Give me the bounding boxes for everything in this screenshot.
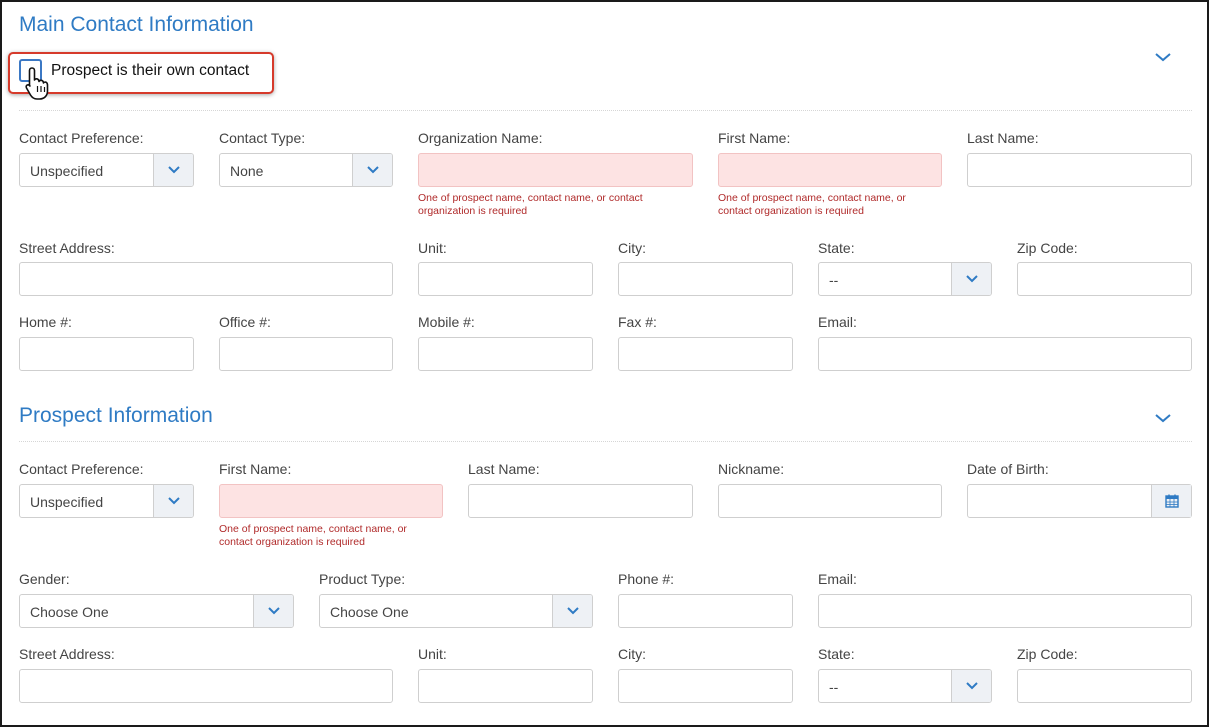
calendar-icon [1164,494,1179,508]
dropdown-button[interactable] [253,595,293,627]
mobile-phone-input[interactable] [418,337,593,371]
state-value: -- [829,272,839,288]
prospect-street-address-input[interactable] [19,669,393,703]
prospect-city-label: City: [618,646,646,662]
organization-name-label: Organization Name: [418,130,543,146]
prospect-contact-preference-select[interactable]: Unspecified [19,484,194,518]
zip-code-input[interactable] [1017,262,1192,296]
date-picker-button[interactable] [1151,485,1191,517]
contact-preference-value: Unspecified [30,163,104,179]
prospect-city-input[interactable] [618,669,793,703]
state-select[interactable]: -- [818,262,992,296]
office-phone-input[interactable] [219,337,393,371]
dropdown-button[interactable] [552,595,592,627]
contact-type-value: None [230,163,264,179]
contact-type-select[interactable]: None [219,153,393,187]
dropdown-button[interactable] [951,670,991,702]
contact-preference-label: Contact Preference: [19,130,144,146]
street-address-label: Street Address: [19,240,115,256]
section-divider [19,110,1192,111]
prospect-state-value: -- [829,679,839,695]
prospect-last-name-input[interactable] [468,484,693,518]
prospect-unit-input[interactable] [418,669,593,703]
prospect-street-address-label: Street Address: [19,646,115,662]
last-name-label: Last Name: [967,130,1039,146]
first-name-label: First Name: [718,130,791,146]
product-type-label: Product Type: [319,571,406,587]
email-label: Email: [818,314,857,330]
organization-name-input[interactable] [418,153,693,187]
city-input[interactable] [618,262,793,296]
email-input[interactable] [818,337,1192,371]
chevron-down-icon [366,166,379,174]
prospect-zip-code-input[interactable] [1017,669,1192,703]
chevron-down-icon [965,682,978,690]
dropdown-button[interactable] [951,263,991,295]
chevron-down-icon[interactable] [1154,51,1172,63]
prospect-first-name-input[interactable] [219,484,443,518]
gender-value: Choose One [30,604,109,620]
prospect-zip-code-label: Zip Code: [1017,646,1078,662]
date-of-birth-label: Date of Birth: [967,461,1049,477]
unit-label: Unit: [418,240,447,256]
city-label: City: [618,240,646,256]
organization-name-error: One of prospect name, contact name, or c… [418,192,643,217]
nickname-label: Nickname: [718,461,785,477]
last-name-input[interactable] [967,153,1192,187]
chevron-down-icon[interactable] [1154,412,1172,424]
dropdown-button[interactable] [352,154,392,186]
unit-input[interactable] [418,262,593,296]
phone-input[interactable] [618,594,793,628]
chevron-down-icon [267,607,280,615]
gender-label: Gender: [19,571,70,587]
prospect-email-label: Email: [818,571,857,587]
phone-label: Phone #: [618,571,675,587]
main-contact-title: Main Contact Information [19,13,254,36]
prospect-state-label: State: [818,646,855,662]
contact-type-label: Contact Type: [219,130,306,146]
zip-code-label: Zip Code: [1017,240,1078,256]
prospect-state-select[interactable]: -- [818,669,992,703]
prospect-contact-preference-value: Unspecified [30,494,104,510]
dropdown-button[interactable] [153,485,193,517]
chevron-down-icon [167,497,180,505]
chevron-down-icon [167,166,180,174]
prospect-email-input[interactable] [818,594,1192,628]
gender-select[interactable]: Choose One [19,594,294,628]
office-phone-label: Office #: [219,314,271,330]
chevron-down-icon [566,607,579,615]
hand-pointer-icon [25,67,49,100]
state-label: State: [818,240,855,256]
section-divider [19,441,1192,442]
prospect-first-name-label: First Name: [219,461,292,477]
own-contact-checkbox-label: Prospect is their own contact [51,62,250,79]
mobile-phone-label: Mobile #: [418,314,475,330]
first-name-error: One of prospect name, contact name, or c… [718,192,906,217]
product-type-select[interactable]: Choose One [319,594,593,628]
home-phone-input[interactable] [19,337,194,371]
prospect-unit-label: Unit: [418,646,447,662]
prospect-first-name-error: One of prospect name, contact name, or c… [219,523,407,548]
prospect-last-name-label: Last Name: [468,461,540,477]
prospect-contact-preference-label: Contact Preference: [19,461,144,477]
product-type-value: Choose One [330,604,409,620]
street-address-input[interactable] [19,262,393,296]
nickname-input[interactable] [718,484,942,518]
chevron-down-icon [965,275,978,283]
fax-input[interactable] [618,337,793,371]
prospect-info-title: Prospect Information [19,404,213,427]
home-phone-label: Home #: [19,314,72,330]
first-name-input[interactable] [718,153,942,187]
fax-label: Fax #: [618,314,657,330]
contact-preference-select[interactable]: Unspecified [19,153,194,187]
dropdown-button[interactable] [153,154,193,186]
date-of-birth-input[interactable] [967,484,1192,518]
